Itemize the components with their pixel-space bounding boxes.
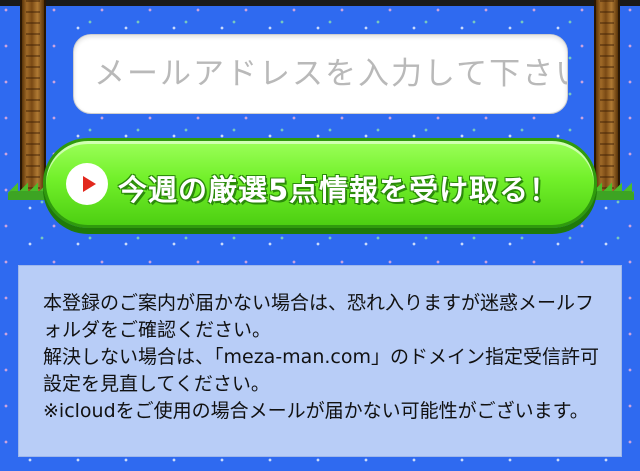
wooden-post-right: [594, 0, 620, 192]
receive-info-button-label: 今週の厳選5点情報を受け取る！: [118, 173, 560, 207]
play-icon: [66, 163, 108, 205]
notice-box: 本登録のご案内が届かない場合は、恐れ入りますが迷惑メールフォルダをご確認ください…: [18, 265, 622, 457]
email-input[interactable]: [74, 35, 567, 113]
wooden-post-left: [20, 0, 46, 192]
receive-info-button[interactable]: 今週の厳選5点情報を受け取る！: [43, 138, 597, 228]
signboard-top-beam: [0, 0, 640, 6]
email-field[interactable]: [73, 34, 568, 114]
notice-text: 本登録のご案内が届かない場合は、恐れ入りますが迷惑メールフォルダをご確認ください…: [43, 292, 599, 422]
